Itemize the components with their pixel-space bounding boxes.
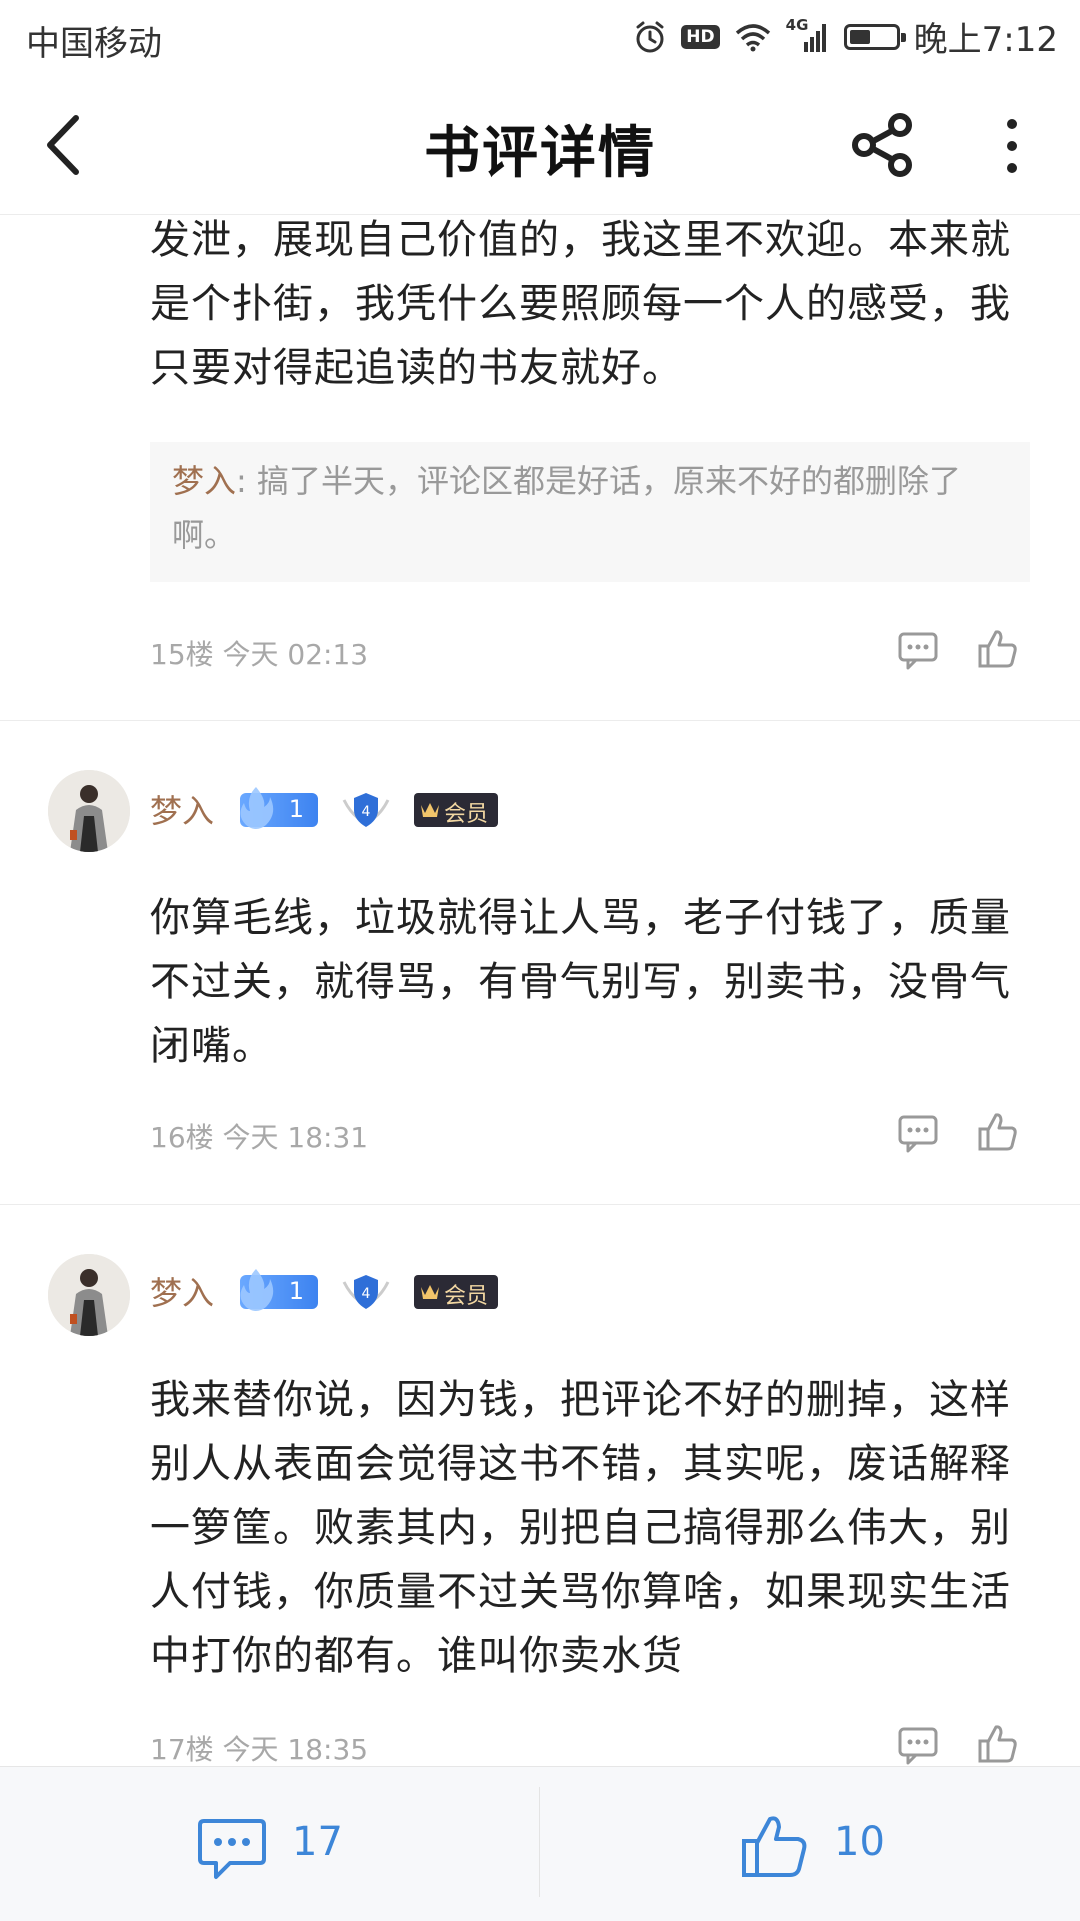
carrier-label: 中国移动 xyxy=(26,24,162,64)
page-title: 书评详情 xyxy=(424,120,656,186)
hd-icon: HD xyxy=(681,24,720,49)
quoted-text: 搞了半天，评论区都是好话，原来不好的都删除了啊。 xyxy=(172,462,961,554)
comment-list[interactable]: 发泄，展现自己价值的，我这里不欢迎。本来就是个扑街，我凭什么要照顾每一个人的感受… xyxy=(0,214,1080,1766)
reply-icon[interactable] xyxy=(897,1112,939,1154)
like-icon[interactable] xyxy=(977,1723,1019,1765)
avatar[interactable] xyxy=(48,1254,130,1336)
status-icons: HD 4G 晚上7:12 xyxy=(633,12,1058,61)
quoted-username[interactable]: 梦入 xyxy=(172,462,236,500)
fan-level-value: 1 xyxy=(288,1277,304,1305)
comment-count-button[interactable]: 17 xyxy=(0,1767,539,1921)
share-icon[interactable] xyxy=(850,112,916,178)
shield-level-value: 4 xyxy=(362,804,371,820)
comment-meta: 16楼 今天 18:31 xyxy=(150,1121,369,1154)
reply-icon[interactable] xyxy=(897,629,939,671)
crown-icon xyxy=(421,1285,439,1299)
like-icon[interactable] xyxy=(977,628,1019,670)
quoted-reply[interactable]: 梦入: 搞了半天，评论区都是好话，原来不好的都删除了啊。 xyxy=(150,442,1030,582)
status-bar: 中国移动 HD 4G 晚上7:12 xyxy=(0,0,1080,72)
comment-body: 你算毛线，垃圾就得让人骂，老子付钱了，质量不过关，就得骂，有骨气别写，别卖书，没… xyxy=(150,895,1011,1069)
fire-icon xyxy=(240,787,274,829)
like-icon[interactable] xyxy=(977,1111,1019,1153)
comment-body: 发泄，展现自己价值的，我这里不欢迎。本来就是个扑街，我凭什么要照顾每一个人的感受… xyxy=(150,217,1011,391)
comment-count: 17 xyxy=(292,1819,343,1865)
like-count: 10 xyxy=(834,1819,885,1865)
wifi-icon xyxy=(735,23,770,51)
level-shield-icon: 4 xyxy=(342,793,390,827)
crown-icon xyxy=(421,803,439,817)
divider xyxy=(0,1204,1080,1205)
more-options-icon[interactable] xyxy=(1000,116,1024,176)
shield-level-value: 4 xyxy=(362,1286,371,1302)
reply-icon[interactable] xyxy=(897,1724,939,1766)
thumbs-up-icon xyxy=(742,1816,807,1877)
signal-icon: 4G xyxy=(786,16,830,54)
avatar[interactable] xyxy=(48,770,130,852)
vip-label: 会员 xyxy=(444,802,489,827)
fire-icon xyxy=(240,1269,274,1311)
username[interactable]: 梦入 xyxy=(150,1268,214,1314)
username[interactable]: 梦入 xyxy=(150,786,214,832)
fan-level-badge: 1 xyxy=(240,787,318,829)
quote-separator: : xyxy=(236,462,257,500)
comment-meta: 17楼 今天 18:35 xyxy=(150,1733,369,1766)
like-count-button[interactable]: 10 xyxy=(540,1767,1080,1921)
title-bar: 书评详情 xyxy=(0,72,1080,215)
fan-level-badge: 1 xyxy=(240,1269,318,1311)
alarm-icon xyxy=(636,21,664,52)
fan-level-value: 1 xyxy=(288,795,304,823)
clock: 晚上7:12 xyxy=(913,20,1058,60)
bottom-action-bar: 17 10 xyxy=(0,1766,1080,1921)
vip-badge: 会员 xyxy=(414,793,498,827)
divider xyxy=(0,720,1080,721)
battery-icon xyxy=(843,23,906,50)
comment-icon xyxy=(198,1819,266,1879)
level-shield-icon: 4 xyxy=(342,1275,390,1309)
vip-label: 会员 xyxy=(444,1284,489,1309)
vip-badge: 会员 xyxy=(414,1275,498,1309)
comment-body: 我来替你说，因为钱，把评论不好的删掉，这样别人从表面会觉得这书不错，其实呢，废话… xyxy=(150,1377,1011,1679)
comment-meta: 15楼 今天 02:13 xyxy=(150,638,369,671)
